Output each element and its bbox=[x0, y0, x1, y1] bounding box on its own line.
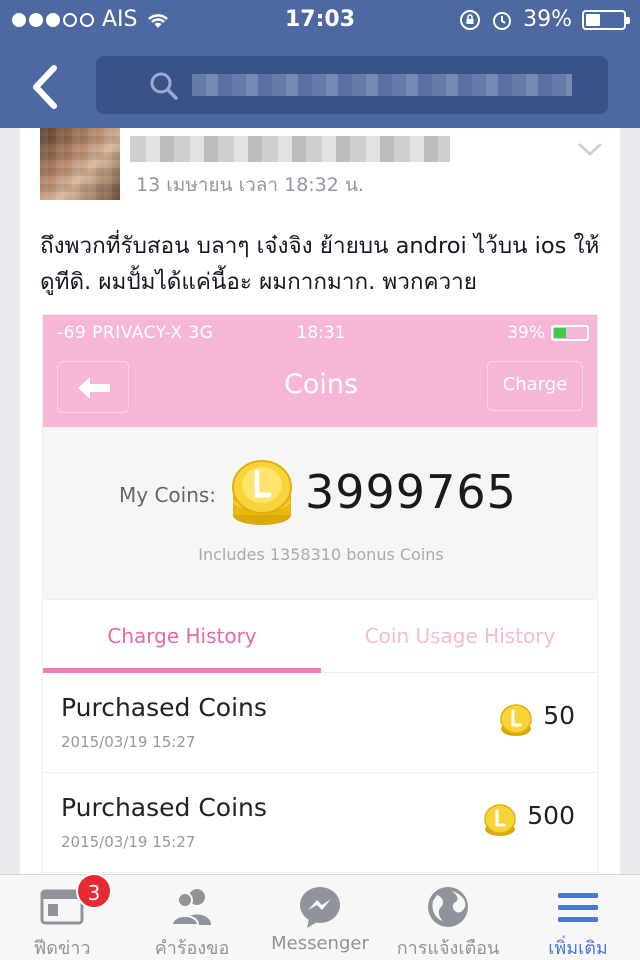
history-row: Purchased Coins 2015/03/19 15:27 50 bbox=[43, 673, 597, 773]
history-row: Purchased Coins 2015/03/19 15:27 500 bbox=[43, 773, 597, 873]
post-timestamp[interactable]: 13 เมษายน เวลา 18:32 น. bbox=[136, 170, 364, 200]
history-row-amount: 50 bbox=[543, 701, 575, 730]
app-header: AIS 17:03 39% bbox=[0, 0, 640, 128]
tab-messenger[interactable]: Messenger bbox=[260, 875, 380, 960]
chevron-left-icon bbox=[33, 65, 57, 109]
battery-icon bbox=[582, 9, 630, 30]
search-text-redacted bbox=[192, 74, 572, 96]
coins-header: -69 PRIVACY-X 3G 18:31 39% Coins Charge bbox=[43, 315, 597, 427]
history-row-title: Purchased Coins bbox=[61, 793, 267, 822]
my-coins-value: 3999765 bbox=[305, 465, 517, 519]
embedded-status-right: 39% bbox=[507, 323, 589, 343]
tab-news-feed[interactable]: 3 ฟีดข่าว bbox=[0, 873, 124, 960]
notification-badge: 3 bbox=[76, 873, 112, 909]
globe-icon bbox=[428, 887, 468, 927]
charge-button: Charge bbox=[487, 361, 583, 411]
alarm-icon bbox=[493, 11, 512, 30]
coin-icon bbox=[484, 804, 516, 836]
search-icon bbox=[150, 72, 178, 100]
rotation-lock-icon bbox=[460, 9, 481, 30]
tab-coin-usage-history: Coin Usage History bbox=[364, 624, 556, 648]
history-row-title: Purchased Coins bbox=[61, 693, 267, 722]
history-row-date: 2015/03/19 15:27 bbox=[61, 733, 196, 751]
history-row-date: 2015/03/19 15:27 bbox=[61, 833, 196, 851]
embedded-status-bar: -69 PRIVACY-X 3G 18:31 39% bbox=[43, 321, 597, 347]
my-coins-label: My Coins: bbox=[119, 483, 217, 507]
coin-stack-icon bbox=[232, 460, 292, 525]
battery-percent: 39% bbox=[523, 7, 572, 32]
bottom-tab-bar: 3 ฟีดข่าว คำร้องขอ Messenger การแจ้งเตือ… bbox=[0, 873, 640, 960]
embedded-battery-percent: 39% bbox=[507, 323, 545, 343]
tab-notifications[interactable]: การแจ้งเตือน bbox=[380, 875, 516, 960]
history-tabs: Charge History Coin Usage History bbox=[43, 599, 597, 674]
tab-friend-requests[interactable]: คำร้องขอ bbox=[124, 875, 260, 960]
author-name-redacted[interactable] bbox=[130, 136, 450, 162]
tab-more[interactable]: เพิ่มเติม bbox=[516, 875, 640, 960]
embedded-battery-icon bbox=[551, 325, 589, 341]
tab-charge-history: Charge History bbox=[107, 624, 257, 648]
friend-requests-icon bbox=[170, 889, 211, 926]
post-text: ถึงพวกที่รับสอน บลาๆ เจ๋งจิง ย้ายบน andr… bbox=[40, 233, 600, 295]
status-bar: AIS 17:03 39% bbox=[0, 0, 640, 40]
messenger-icon bbox=[300, 887, 340, 928]
post-card: 13 เมษายน เวลา 18:32 น. ถึงพวกที่รับสอน … bbox=[20, 128, 620, 874]
status-right: 39% bbox=[459, 7, 630, 32]
tab-label: ฟีดข่าว bbox=[33, 938, 91, 959]
menu-icon bbox=[558, 893, 598, 922]
tab-label: การแจ้งเตือน bbox=[396, 938, 500, 959]
tab-label: Messenger bbox=[271, 933, 369, 954]
tab-label: คำร้องขอ bbox=[154, 938, 230, 959]
back-button[interactable] bbox=[26, 62, 66, 112]
bonus-coins-text: Includes 1358310 bonus Coins bbox=[198, 545, 444, 564]
tab-label: เพิ่มเติม bbox=[548, 938, 608, 959]
author-avatar[interactable] bbox=[40, 128, 120, 200]
coin-icon bbox=[500, 704, 532, 736]
my-coins-panel: My Coins: 3999765 Includes 1358310 bonus… bbox=[43, 427, 597, 599]
search-input[interactable] bbox=[96, 56, 608, 114]
post-image[interactable]: -69 PRIVACY-X 3G 18:31 39% Coins Charge … bbox=[42, 314, 598, 874]
chevron-down-icon[interactable] bbox=[576, 140, 604, 158]
history-row-amount: 500 bbox=[527, 801, 575, 830]
